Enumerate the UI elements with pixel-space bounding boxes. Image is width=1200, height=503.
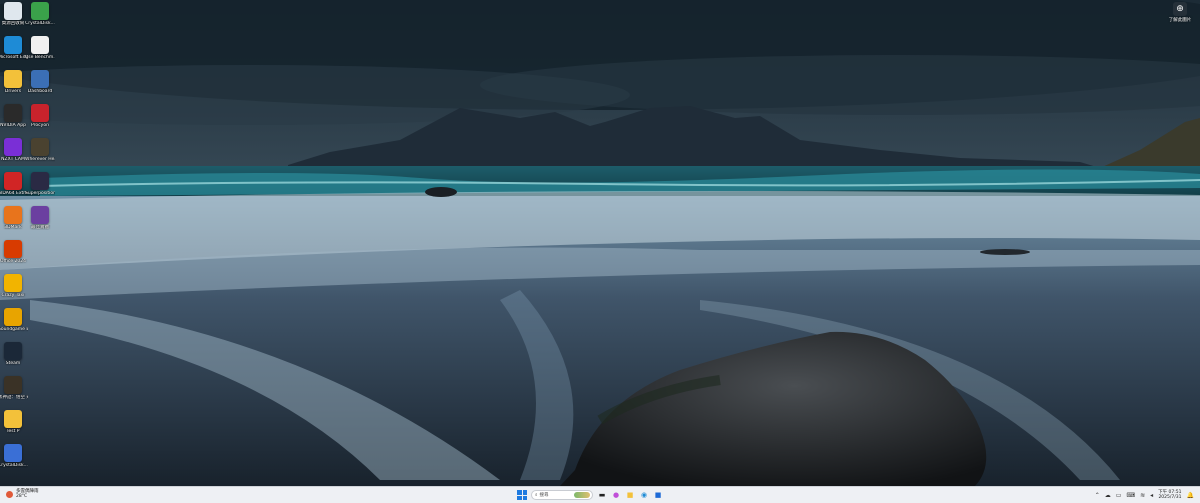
app-icon — [31, 206, 49, 224]
desktop-icon-label: CrystalDisk... — [25, 21, 55, 26]
nvidia-icon — [4, 104, 22, 122]
desktop-icon-label: Wherever Heaven V5 — [25, 157, 55, 162]
system-tray: ⌃ ☁ ▭ ⌨ ≋ ◂ 下午 07:51 2025/7/31 🔔 — [1095, 489, 1194, 501]
desktop-icon-label: 黑神話：悟空 效能測試工具 — [0, 395, 28, 400]
taskbar-center: ⌕ 搜尋 ▬ ● ■ ◉ ■ — [517, 489, 663, 501]
pinned-apps: ▬ ● ■ ◉ ■ — [597, 490, 663, 500]
desktop-icon-label: CrystalDisk... — [0, 463, 28, 468]
folder-icon[interactable]: ■ — [625, 490, 635, 500]
desktop-icon-label: 最佳實體 — [31, 225, 49, 230]
desktop-icon[interactable]: Crazy Taxi — [0, 274, 26, 298]
widget-label: 了解此圖片 — [1168, 18, 1192, 23]
learn-about-picture-widget[interactable]: ⊕ 了解此圖片 — [1166, 2, 1194, 24]
desktop-icon[interactable]: Soundgame Empire — [0, 308, 28, 332]
desktop-icon[interactable]: Office 2024 — [0, 240, 26, 264]
store-icon[interactable]: ■ — [653, 490, 663, 500]
office-icon — [4, 240, 22, 258]
desktop-icon[interactable]: Superposition Benchmark — [25, 172, 55, 196]
desktop-icon-label: Dashboard — [27, 89, 53, 94]
volume-icon[interactable]: ◂ — [1150, 492, 1153, 499]
desktop-icon[interactable]: Wherever Heaven V5 — [25, 138, 55, 162]
game-icon — [4, 274, 22, 292]
file-explorer-icon[interactable]: ▬ — [597, 490, 607, 500]
aida64-icon — [4, 172, 22, 190]
crystaldisk-icon — [31, 2, 49, 20]
edge-icon — [4, 36, 22, 54]
desktop-icon[interactable]: Microsoft Edge — [0, 36, 28, 60]
wifi-icon[interactable]: ≋ — [1140, 492, 1145, 499]
search-placeholder: 搜尋 — [539, 493, 549, 498]
desktop-icon[interactable]: 最佳實體 — [27, 206, 53, 230]
procyon-icon — [31, 104, 49, 122]
dashboard-icon — [31, 70, 49, 88]
clock[interactable]: 下午 07:51 2025/7/31 — [1158, 490, 1181, 500]
notification-icon[interactable]: 🔔 — [1187, 492, 1194, 499]
desktop-icon-label: NZXT CAM — [1, 157, 25, 162]
desktop-icon[interactable]: Procyon — [27, 104, 53, 128]
desktop-icon-label: Procyon — [31, 123, 49, 128]
desktop-icon[interactable]: 黑神話：悟空 效能測試工具 — [0, 376, 28, 400]
desktop-icon-label: Superposition Benchmark — [25, 191, 55, 196]
clock-date: 2025/7/31 — [1158, 495, 1182, 500]
game-icon — [4, 308, 22, 326]
desktop-icon-label: 資源回收筒 — [1, 21, 25, 26]
desktop-icon-label: Soundgame Empire — [0, 327, 28, 332]
desktop-icon-label: NVIDIA App — [0, 123, 26, 128]
desktop-icon[interactable]: CrystalDisk... — [25, 2, 55, 26]
userbenchmark-icon — [31, 36, 49, 54]
desktop-icon[interactable]: Steam — [0, 342, 26, 366]
desktop-icon-label: AIDA64 Extreme — [0, 191, 28, 196]
desktop-icon-label: Crazy Taxi — [1, 293, 25, 298]
onedrive-icon[interactable]: ☁ — [1105, 492, 1111, 499]
desktop-icon-label: 3DMark — [4, 225, 22, 230]
desktop-icon[interactable]: Test P — [0, 410, 26, 434]
keyboard-icon[interactable]: ⌨ — [1126, 492, 1135, 499]
weather-temperature: 28°C — [16, 494, 28, 499]
steam-icon — [4, 342, 22, 360]
superposition-icon — [31, 172, 49, 190]
game-icon — [31, 138, 49, 156]
game-icon — [4, 376, 22, 394]
crystaldisk-icon — [4, 444, 22, 462]
weather-icon — [6, 490, 13, 498]
folder-icon — [4, 410, 22, 428]
taskbar: 多雲偶陣雨 28°C ⌕ 搜尋 ▬ ● ■ ◉ ■ ⌃ ☁ ▭ ⌨ ≋ ◂ 下午 07:… — [0, 486, 1200, 503]
wallpaper — [0, 0, 1200, 486]
desktop-icon-label: Microsoft Edge — [0, 55, 28, 60]
chevron-up-icon[interactable]: ⌃ — [1095, 492, 1100, 499]
desktop-icon[interactable]: 3DMark — [0, 206, 26, 230]
desktop-icon-label: Steam — [5, 361, 21, 366]
copilot-icon[interactable]: ● — [611, 490, 621, 500]
display-icon[interactable]: ▭ — [1116, 492, 1122, 499]
folder-icon — [4, 70, 22, 88]
edge-icon[interactable]: ◉ — [639, 490, 649, 500]
desktop-icon[interactable]: 資源回收筒 — [0, 2, 26, 26]
desktop-icon[interactable]: AIDA64 Extreme — [0, 172, 28, 196]
info-icon: ⊕ — [1173, 2, 1187, 16]
desktop-icon[interactable]: NZXT CAM — [0, 138, 26, 162]
taskbar-search[interactable]: ⌕ 搜尋 — [531, 490, 593, 500]
desktop-icon-label: Drivers — [4, 89, 22, 94]
3dmark-icon — [4, 206, 22, 224]
desktop-icon[interactable]: Dashboard — [27, 70, 53, 94]
nzxt-icon — [4, 138, 22, 156]
desktop-icon[interactable]: Drivers — [0, 70, 26, 94]
desktop-icon-label: Test P — [6, 429, 20, 434]
recycle-bin-icon — [4, 2, 22, 20]
desktop-icon-label: Use Benchm... — [25, 55, 55, 60]
search-highlight-image — [574, 492, 590, 498]
search-icon: ⌕ — [535, 493, 538, 498]
weather-widget[interactable]: 多雲偶陣雨 28°C — [6, 489, 39, 499]
desktop-icon[interactable]: CrystalDisk... — [0, 444, 28, 468]
windows-logo-icon — [517, 490, 527, 500]
desktop-icon[interactable]: NVIDIA App — [0, 104, 26, 128]
start-button[interactable] — [517, 490, 527, 500]
desktop — [0, 0, 1200, 486]
desktop-icon-label: Office 2024 — [0, 259, 27, 264]
desktop-icon[interactable]: Use Benchm... — [25, 36, 55, 60]
